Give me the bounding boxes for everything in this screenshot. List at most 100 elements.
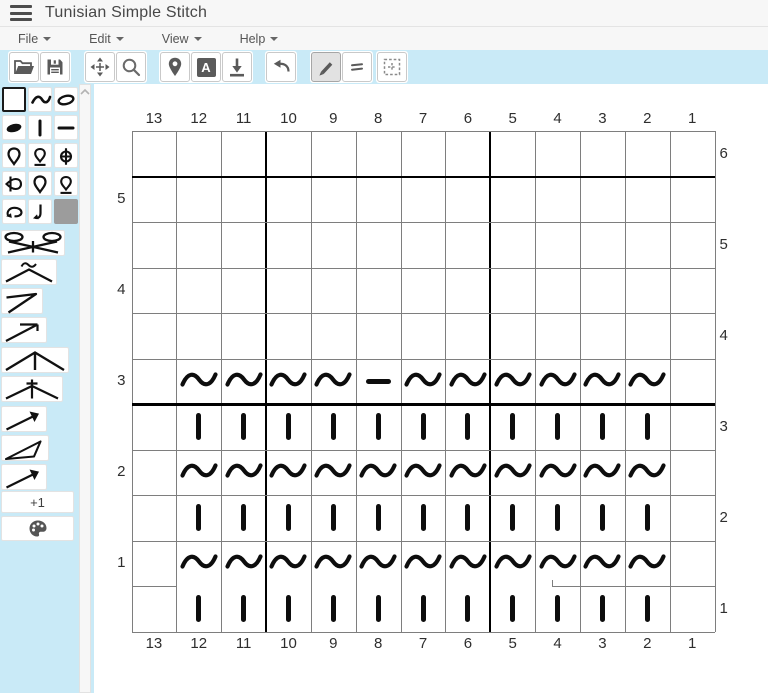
chart-cell[interactable]: [445, 586, 490, 632]
chart-cell[interactable]: [266, 359, 311, 405]
grid-select-button[interactable]: [377, 52, 407, 82]
chart-cell[interactable]: [311, 359, 356, 405]
color-palette-button[interactable]: [1, 516, 74, 541]
stitch-loop-underline-button[interactable]: [54, 171, 78, 196]
chart-cell[interactable]: [356, 586, 401, 632]
text-a-button[interactable]: A: [191, 52, 221, 82]
chart-cell[interactable]: [580, 586, 625, 632]
chart-cell[interactable]: [356, 450, 401, 496]
stitch-vbar-button[interactable]: [28, 115, 52, 140]
chart-cell[interactable]: [221, 586, 266, 632]
chart-cell[interactable]: [176, 541, 221, 587]
scroll-up-arrow-icon[interactable]: [80, 88, 90, 96]
chart-cell[interactable]: [445, 404, 490, 450]
chart-cell[interactable]: [176, 404, 221, 450]
stitch-loop-side-button[interactable]: [2, 171, 26, 196]
chart-cell[interactable]: [445, 450, 490, 496]
stitch-gray-square-button[interactable]: [54, 199, 78, 224]
chart-cell[interactable]: [535, 495, 580, 541]
stitch-diag-flag-button[interactable]: [1, 317, 47, 343]
chart-canvas[interactable]: 13 12 11 10 9 8 7 6 5 4 3 2 1 13 12 11 10 9 8 7 6 5 4 3 2 1 5 4 3 2 1 6…: [94, 84, 768, 693]
stitch-tilde-chevron-button[interactable]: [1, 259, 57, 285]
stitch-arrow-up-right-button[interactable]: [1, 464, 47, 490]
chart-cell[interactable]: [445, 541, 490, 587]
chart-cell[interactable]: [356, 404, 401, 450]
location-pin-button[interactable]: [160, 52, 190, 82]
zoom-search-button[interactable]: [116, 52, 146, 82]
chart-cell[interactable]: [176, 359, 221, 405]
chart-cell[interactable]: [535, 541, 580, 587]
chart-cell[interactable]: [490, 541, 535, 587]
stitch-blank-button[interactable]: [2, 87, 26, 112]
stitch-oval-outline-button[interactable]: [54, 87, 78, 112]
chart-cell[interactable]: [401, 450, 446, 496]
chart-cell[interactable]: [356, 495, 401, 541]
chart-cell[interactable]: [266, 450, 311, 496]
stitch-arrow-up-right-button[interactable]: [1, 406, 47, 432]
menu-view[interactable]: View: [152, 32, 212, 46]
chart-cell[interactable]: [490, 495, 535, 541]
chart-cell[interactable]: [401, 359, 446, 405]
chart-cell[interactable]: [221, 404, 266, 450]
chart-cell[interactable]: [580, 495, 625, 541]
chart-cell[interactable]: [580, 541, 625, 587]
chart-cell[interactable]: [356, 359, 401, 405]
chart-cell[interactable]: [401, 541, 446, 587]
stitch-angle-seven-button[interactable]: [1, 288, 43, 314]
chart-cell[interactable]: [445, 359, 490, 405]
stitch-chevron-cross-button[interactable]: [1, 376, 63, 402]
chart-cell[interactable]: [625, 586, 670, 632]
stitch-phi-cross-button[interactable]: [54, 143, 78, 168]
download-button[interactable]: [222, 52, 252, 82]
stitch-loop-button[interactable]: [28, 171, 52, 196]
chart-cell[interactable]: [625, 359, 670, 405]
move-button[interactable]: [85, 52, 115, 82]
chart-cell[interactable]: [535, 450, 580, 496]
chart-cell[interactable]: [311, 450, 356, 496]
stitch-hbar-button[interactable]: [54, 115, 78, 140]
chart-cell[interactable]: [311, 541, 356, 587]
chart-cell[interactable]: [266, 541, 311, 587]
chart-cell[interactable]: [356, 541, 401, 587]
stitch-hook-left-button[interactable]: [2, 199, 26, 224]
menu-help[interactable]: Help: [230, 32, 289, 46]
chart-cell[interactable]: [266, 495, 311, 541]
stitch-loop-underline-button[interactable]: [28, 143, 52, 168]
undo-button[interactable]: [266, 52, 296, 82]
stitch-oval-filled-button[interactable]: [2, 115, 26, 140]
chart-cell[interactable]: [221, 359, 266, 405]
palette-scrollbar[interactable]: [79, 84, 91, 693]
chart-cell[interactable]: [176, 586, 221, 632]
save-button[interactable]: [40, 52, 70, 82]
chart-cell[interactable]: [266, 404, 311, 450]
stitch-tilde-button[interactable]: [28, 87, 52, 112]
chart-cell[interactable]: [580, 450, 625, 496]
menu-file[interactable]: File: [8, 32, 61, 46]
open-folder-button[interactable]: [9, 52, 39, 82]
pencil-button[interactable]: [311, 52, 341, 82]
chart-cell[interactable]: [176, 495, 221, 541]
chart-cell[interactable]: [221, 450, 266, 496]
chart-cell[interactable]: [445, 495, 490, 541]
menu-edit[interactable]: Edit: [79, 32, 134, 46]
stitch-hook-down-button[interactable]: [28, 199, 52, 224]
add-row-button[interactable]: +1: [1, 491, 74, 513]
chart-cell[interactable]: [490, 359, 535, 405]
chart-cell[interactable]: [580, 404, 625, 450]
chart-cell[interactable]: [625, 541, 670, 587]
chart-cell[interactable]: [176, 450, 221, 496]
equals-button[interactable]: [342, 52, 372, 82]
stitch-cluster-bowtie-button[interactable]: [1, 230, 65, 256]
chart-cell[interactable]: [490, 450, 535, 496]
chart-cell[interactable]: [221, 541, 266, 587]
chart-cell[interactable]: [535, 404, 580, 450]
chart-cell[interactable]: [221, 495, 266, 541]
chart-cell[interactable]: [401, 586, 446, 632]
chart-cell[interactable]: [580, 359, 625, 405]
hamburger-menu-icon[interactable]: [10, 5, 32, 21]
chart-cell[interactable]: [311, 404, 356, 450]
chart-cell[interactable]: [535, 586, 580, 632]
stitch-chevron-line-button[interactable]: [1, 347, 69, 373]
stitch-triangle-open-button[interactable]: [1, 435, 49, 461]
chart-cell[interactable]: [401, 495, 446, 541]
